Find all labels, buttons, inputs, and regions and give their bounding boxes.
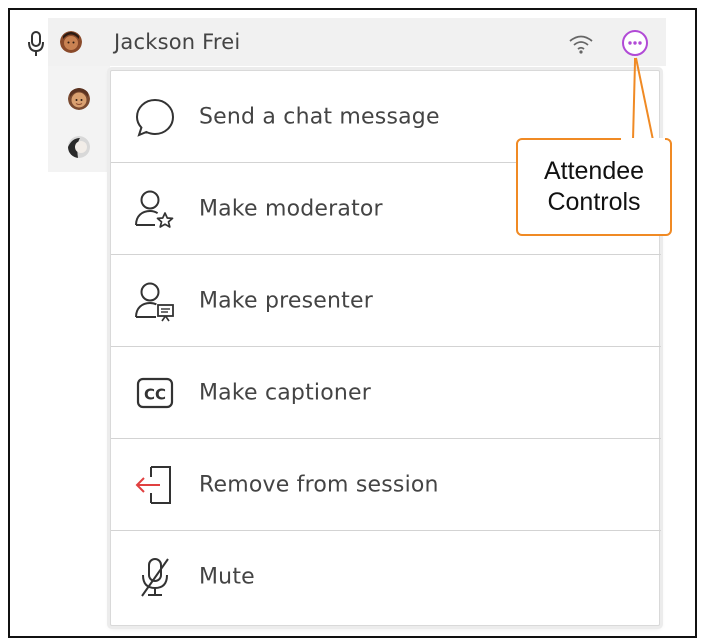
attendee-name: Jackson Frei xyxy=(114,30,241,54)
menu-item-make-presenter[interactable]: Make presenter xyxy=(111,255,661,347)
user-star-icon xyxy=(133,187,177,231)
menu-item-label: Remove from session xyxy=(199,472,439,497)
menu-item-remove-from-session[interactable]: Remove from session xyxy=(111,439,661,531)
avatar xyxy=(68,88,90,110)
exit-door-icon xyxy=(133,463,177,507)
mic-off-icon xyxy=(133,555,177,599)
user-presenter-icon xyxy=(133,279,177,323)
menu-item-label: Send a chat message xyxy=(199,104,440,129)
menu-item-mute[interactable]: Mute xyxy=(111,531,661,623)
wifi-icon xyxy=(568,33,594,55)
callout-line-1: Attendee xyxy=(543,157,645,185)
menu-item-label: Make moderator xyxy=(199,196,383,221)
callout-pointer xyxy=(621,57,665,142)
microphone-icon[interactable] xyxy=(26,30,46,58)
cc-icon: CC xyxy=(133,371,177,415)
svg-text:CC: CC xyxy=(144,385,166,403)
chat-bubble-icon xyxy=(133,95,177,139)
menu-item-label: Make captioner xyxy=(199,380,372,405)
menu-item-label: Mute xyxy=(199,564,255,590)
avatar xyxy=(68,136,90,158)
attendee-controls-callout: Attendee Controls xyxy=(516,138,672,236)
callout-line-2: Controls xyxy=(547,188,641,216)
avatar xyxy=(60,31,82,53)
menu-item-label: Make presenter xyxy=(199,288,373,313)
more-options-icon xyxy=(628,41,642,45)
menu-item-make-captioner[interactable]: CC Make captioner xyxy=(111,347,661,439)
